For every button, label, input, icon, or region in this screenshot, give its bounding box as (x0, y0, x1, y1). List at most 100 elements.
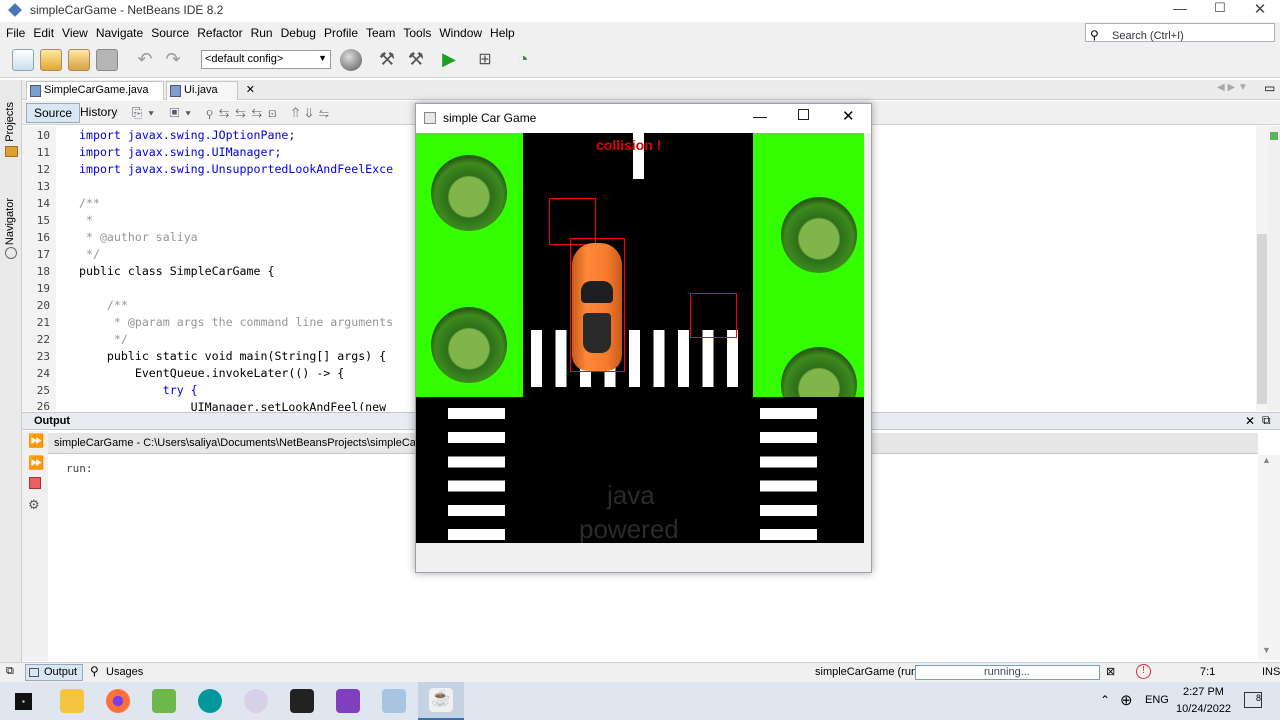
tab-output-bottom[interactable]: Output (25, 664, 83, 681)
menu-edit[interactable]: Edit (33, 26, 54, 40)
game-maximize-icon[interactable] (798, 109, 809, 120)
menu-window[interactable]: Window (439, 26, 482, 40)
player-car[interactable] (572, 243, 622, 371)
tab-usages[interactable]: Usages (106, 666, 143, 678)
editor-scrollbar[interactable] (1256, 126, 1268, 411)
memory-icon[interactable]: ⊠ (1106, 665, 1115, 678)
run-project-icon[interactable]: ▶ (438, 49, 460, 71)
crosswalk-top (531, 330, 743, 387)
java-file-icon (170, 85, 181, 97)
ok-marker (1270, 132, 1278, 140)
settings-icon[interactable]: ⚙ (28, 497, 40, 513)
line-number: 15 (36, 214, 50, 227)
line-number: 22 (36, 333, 50, 346)
menu-file[interactable]: File (6, 26, 25, 40)
panel-toggle-icon[interactable]: ⧉ (6, 665, 14, 678)
netbeans-cube-icon (8, 3, 22, 17)
clean-build-icon[interactable]: ⚒ (405, 49, 427, 71)
tree (431, 155, 507, 231)
maximize-editor-icon[interactable]: ▭ (1264, 81, 1275, 95)
editor-tool-icons[interactable]: ⎘▾ ▣▾ ⚲⇆⇆⇆⊡ ⇑⇓⇋ (132, 105, 335, 121)
game-window[interactable]: simple Car Game — ✕ java powered collisi… (415, 103, 872, 573)
menu-help[interactable]: Help (490, 26, 515, 40)
caret-position: 7:1 (1200, 666, 1216, 678)
java-app-taskbar-button[interactable]: ☕ (418, 682, 464, 720)
output-scrollbar[interactable]: ▲ ▼ (1258, 455, 1280, 660)
game-title-bar: simple Car Game — ✕ (416, 104, 871, 133)
config-select[interactable]: <default config> ▼ (201, 50, 331, 69)
netbeans-taskbar-icon[interactable] (382, 689, 406, 713)
menu-source[interactable]: Source (151, 26, 189, 40)
network-globe-icon[interactable]: ⊕ (1120, 691, 1133, 709)
notification-center-icon[interactable]: 8 (1244, 692, 1262, 708)
tab-ui-java[interactable]: Ui.java ✕ (166, 81, 255, 100)
debug-project-icon[interactable]: ⊞ (474, 49, 496, 71)
windows-start-icon[interactable] (15, 693, 32, 710)
menu-debug[interactable]: Debug (281, 26, 316, 40)
menu-profile[interactable]: Profile (324, 26, 358, 40)
history-button[interactable]: History (80, 105, 117, 119)
search-icon: ⚲ (1090, 28, 1099, 42)
menu-team[interactable]: Team (366, 26, 395, 40)
arduino-icon[interactable] (198, 689, 222, 713)
file-explorer-icon[interactable] (60, 689, 84, 713)
restore-output-icon[interactable]: ⧉ (1262, 413, 1271, 428)
crosswalk-left (448, 408, 505, 542)
globe-icon[interactable] (340, 49, 362, 71)
tree (781, 197, 857, 273)
tab-simplecargame-java[interactable]: SimpleCarGame.java ✕ (26, 81, 177, 100)
menu-bar: File Edit View Navigate Source Refactor Run Deb… (0, 22, 1280, 44)
windows-taskbar: ☕ ⌃ ⊕ ENG 2:27 PM 10/24/2022 8 (0, 682, 1280, 720)
source-button[interactable]: Source (26, 103, 81, 123)
rerun-params-icon[interactable]: ⏩ (28, 455, 44, 471)
notification-icon[interactable]: ! (1136, 664, 1151, 679)
clock-date[interactable]: 10/24/2022 (1176, 703, 1231, 715)
projects-side-tab[interactable]: Projects (4, 102, 16, 142)
menu-navigate[interactable]: Navigate (96, 26, 143, 40)
chevron-up-icon[interactable]: ⌃ (1100, 693, 1110, 707)
media-player-icon[interactable] (290, 689, 314, 713)
line-number: 12 (36, 163, 50, 176)
clock-time[interactable]: 2:27 PM (1183, 686, 1224, 698)
new-project-icon[interactable] (40, 49, 62, 71)
tab-close-icon[interactable]: ✕ (246, 83, 255, 96)
menu-refactor[interactable]: Refactor (197, 26, 242, 40)
visual-studio-icon[interactable] (336, 689, 360, 713)
undo-icon[interactable]: ↶ (134, 49, 156, 71)
tab-scroll-left-icon[interactable]: ◀ ▶ ▼ (1217, 82, 1248, 93)
notepad-icon[interactable] (152, 689, 176, 713)
usages-search-icon: ⚲ (90, 664, 99, 678)
navigator-side-tab[interactable]: Navigator (4, 198, 16, 245)
notification-count: 8 (1255, 693, 1261, 703)
scroll-down-icon[interactable]: ▼ (1262, 645, 1271, 655)
maximize-icon[interactable]: ☐ (1205, 0, 1235, 22)
game-close-icon[interactable]: ✕ (842, 107, 855, 125)
menu-view[interactable]: View (62, 26, 88, 40)
scroll-up-icon[interactable]: ▲ (1262, 455, 1271, 465)
editor-scrollbar-thumb[interactable] (1257, 234, 1267, 404)
build-hammer-icon[interactable]: ⚒ (376, 49, 398, 71)
paint-icon[interactable] (244, 689, 268, 713)
save-all-icon[interactable] (96, 49, 118, 71)
output-title: Output (34, 415, 71, 427)
code-line: import javax.swing.UIManager; (79, 145, 282, 159)
profile-project-icon[interactable]: ◔ (512, 49, 534, 71)
code-line: EventQueue.invokeLater(() -> { (79, 366, 345, 380)
open-project-icon[interactable] (68, 49, 90, 71)
new-file-icon[interactable] (12, 49, 34, 71)
language-indicator[interactable]: ENG (1145, 694, 1169, 706)
game-canvas[interactable]: java powered collision ! (416, 133, 864, 543)
close-icon[interactable]: ✕ (1245, 0, 1275, 22)
line-number: 11 (36, 146, 50, 159)
search-box[interactable]: ⚲ Search (Ctrl+I) (1085, 23, 1275, 42)
menu-tools[interactable]: Tools (403, 26, 431, 40)
rerun-icon[interactable]: ⏩ (28, 433, 44, 449)
minimize-icon[interactable]: — (1160, 0, 1200, 22)
stop-icon[interactable] (29, 477, 41, 489)
firefox-icon[interactable] (106, 689, 130, 713)
projects-folder-icon (5, 146, 18, 157)
redo-icon[interactable]: ↷ (162, 49, 184, 71)
game-minimize-icon[interactable]: — (753, 108, 767, 124)
menu-run[interactable]: Run (251, 26, 273, 40)
close-output-icon[interactable]: ✕ (1245, 414, 1255, 428)
